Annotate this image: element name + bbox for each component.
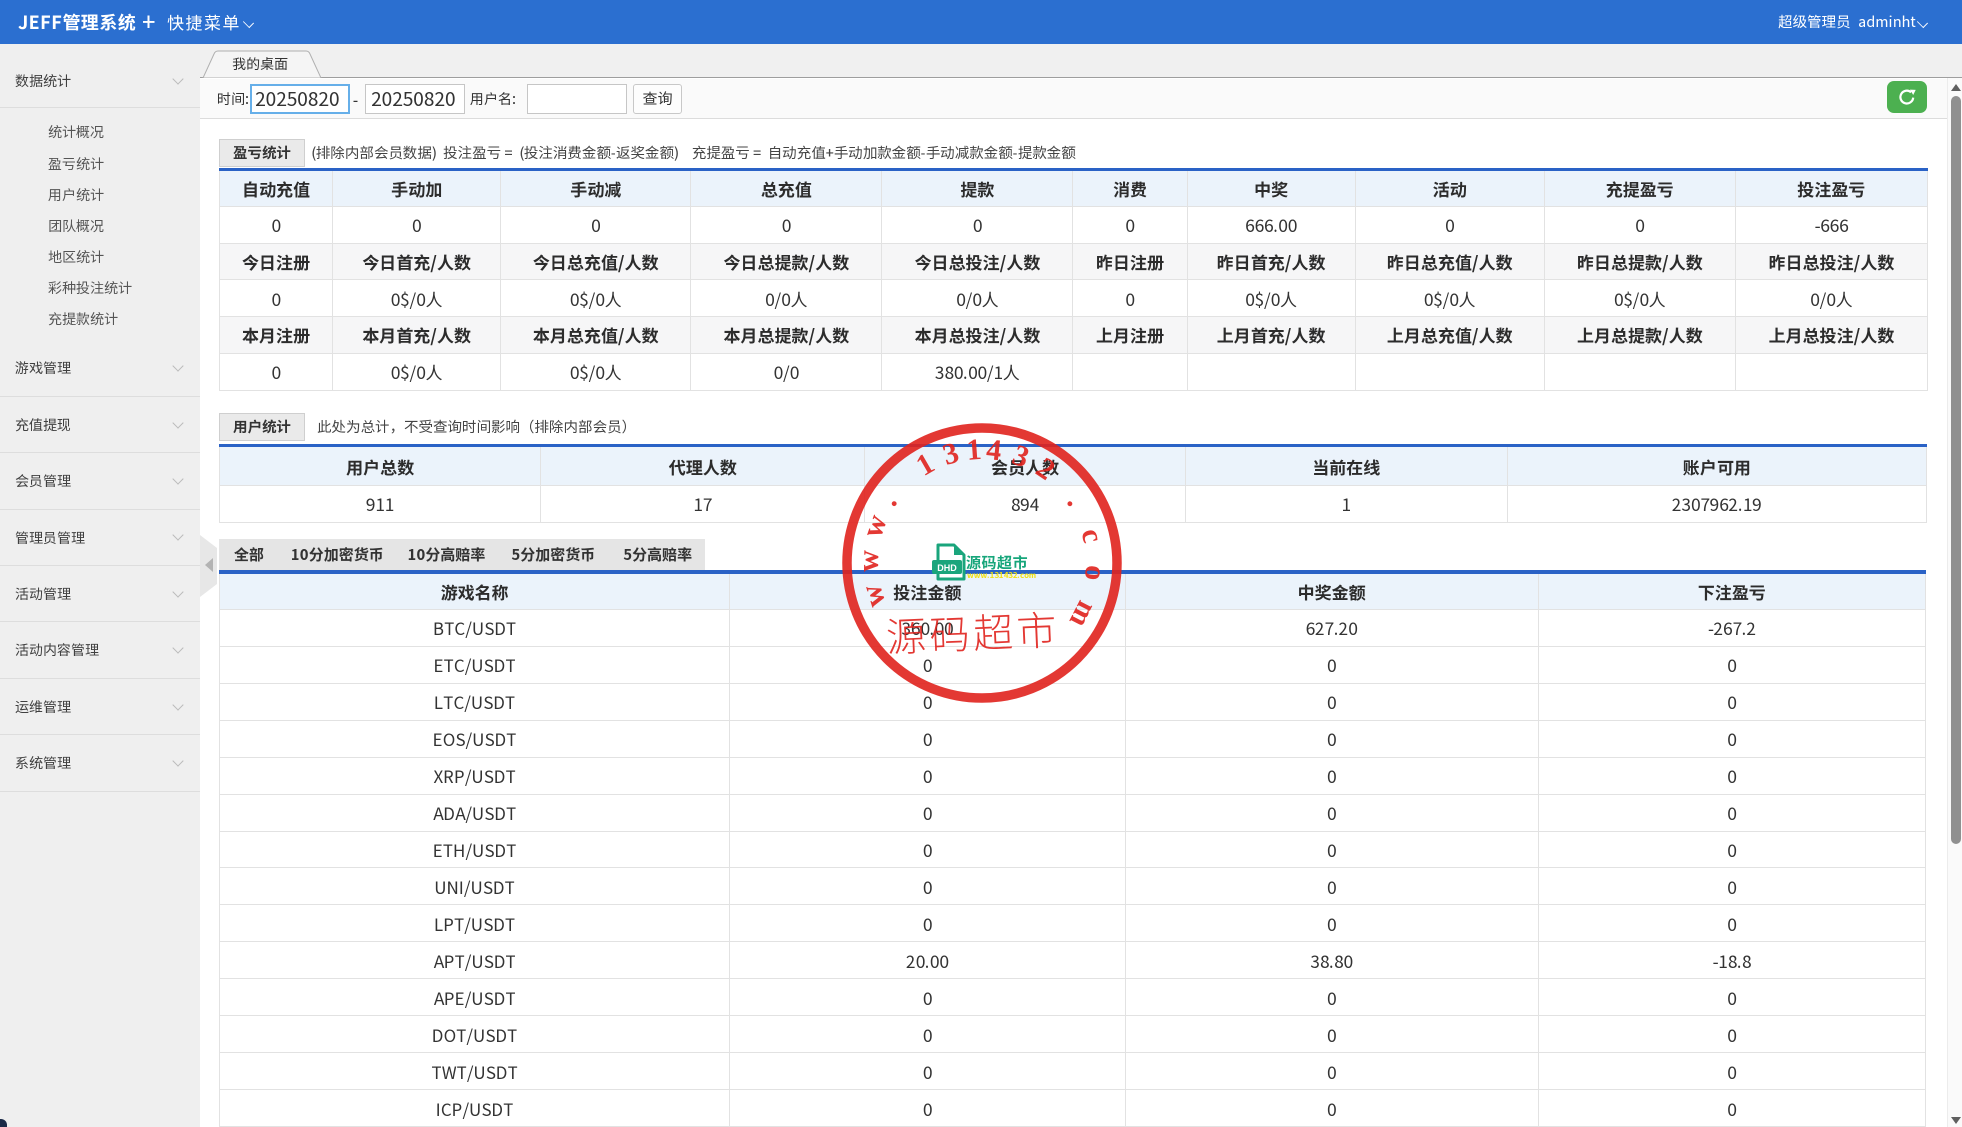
svg-text:w: w: [852, 550, 885, 573]
svg-text:源码超市: 源码超市: [885, 598, 1061, 664]
svg-text:c: c: [1074, 525, 1109, 546]
svg-text:DHD: DHD: [937, 563, 957, 573]
svg-text:1: 1: [911, 447, 940, 483]
svg-text:1: 1: [965, 433, 982, 467]
svg-text:o: o: [1078, 564, 1112, 582]
svg-text:2: 2: [1030, 451, 1061, 487]
svg-text:3: 3: [1008, 438, 1033, 474]
svg-text:4: 4: [985, 433, 1003, 467]
svg-text:3: 3: [939, 436, 963, 472]
svg-text:.: .: [872, 487, 904, 512]
svg-text:.: .: [1060, 487, 1092, 512]
svg-text:w: w: [856, 510, 894, 542]
